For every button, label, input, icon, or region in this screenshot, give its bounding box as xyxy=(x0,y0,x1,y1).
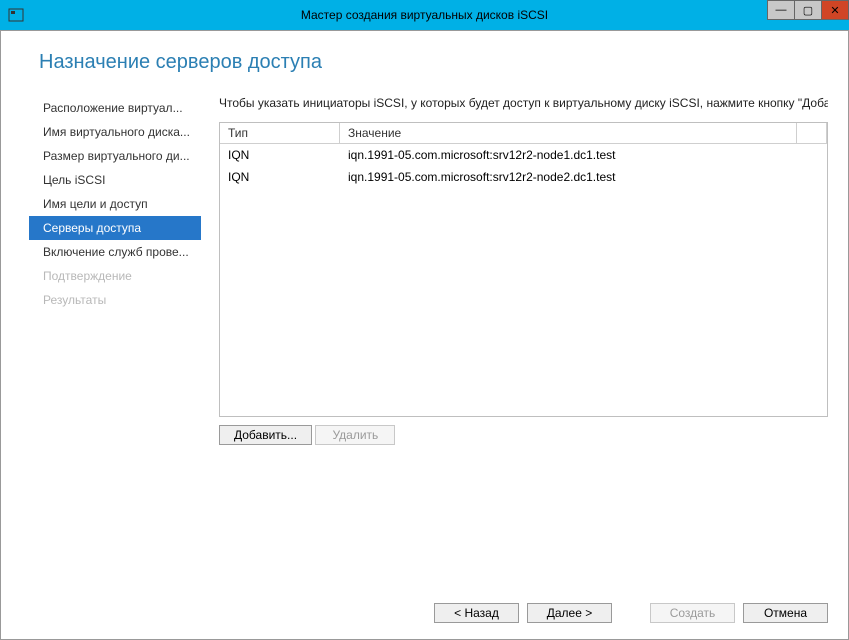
window-controls: — ▢ ✕ xyxy=(768,0,849,22)
maximize-button[interactable]: ▢ xyxy=(794,0,822,20)
step-disk-name[interactable]: Имя виртуального диска... xyxy=(29,120,201,144)
instruction-text: Чтобы указать инициаторы iSCSI, у которы… xyxy=(219,96,828,110)
step-results: Результаты xyxy=(29,288,201,312)
cell-value: iqn.1991-05.com.microsoft:srv12r2-node2.… xyxy=(340,169,827,185)
remove-button: Удалить xyxy=(315,425,395,445)
col-value-header[interactable]: Значение xyxy=(340,123,797,144)
step-confirmation: Подтверждение xyxy=(29,264,201,288)
step-location[interactable]: Расположение виртуал... xyxy=(29,96,201,120)
step-access-servers[interactable]: Серверы доступа xyxy=(29,216,201,240)
grid-buttons: Добавить... Удалить xyxy=(219,425,828,445)
wizard-frame: Назначение серверов доступа Расположение… xyxy=(0,30,849,640)
main-panel: Чтобы указать инициаторы iSCSI, у которы… xyxy=(201,96,828,445)
table-row[interactable]: IQN iqn.1991-05.com.microsoft:srv12r2-no… xyxy=(220,166,827,188)
grid-header: Тип Значение xyxy=(220,123,827,144)
cell-value: iqn.1991-05.com.microsoft:srv12r2-node1.… xyxy=(340,147,827,163)
cell-type: IQN xyxy=(220,147,340,163)
wizard-steps: Расположение виртуал... Имя виртуального… xyxy=(1,96,201,312)
page-title: Назначение серверов доступа xyxy=(39,51,848,74)
back-button[interactable]: < Назад xyxy=(434,603,519,623)
window-title: Мастер создания виртуальных дисков iSCSI xyxy=(0,8,849,22)
titlebar: Мастер создания виртуальных дисков iSCSI… xyxy=(0,0,849,30)
step-disk-size[interactable]: Размер виртуального ди... xyxy=(29,144,201,168)
col-type-header[interactable]: Тип xyxy=(220,123,340,144)
close-button[interactable]: ✕ xyxy=(821,0,849,20)
table-row[interactable]: IQN iqn.1991-05.com.microsoft:srv12r2-no… xyxy=(220,144,827,166)
step-target-name[interactable]: Имя цели и доступ xyxy=(29,192,201,216)
initiators-grid[interactable]: Тип Значение IQN iqn.1991-05.com.microso… xyxy=(219,122,828,417)
step-enable-auth[interactable]: Включение служб прове... xyxy=(29,240,201,264)
create-button: Создать xyxy=(650,603,735,623)
add-button[interactable]: Добавить... xyxy=(219,425,312,445)
cell-type: IQN xyxy=(220,169,340,185)
step-target[interactable]: Цель iSCSI xyxy=(29,168,201,192)
cancel-button[interactable]: Отмена xyxy=(743,603,828,623)
col-spacer xyxy=(797,123,827,144)
minimize-button[interactable]: — xyxy=(767,0,795,20)
wizard-nav: < Назад Далее > Создать Отмена xyxy=(434,603,828,623)
next-button[interactable]: Далее > xyxy=(527,603,612,623)
